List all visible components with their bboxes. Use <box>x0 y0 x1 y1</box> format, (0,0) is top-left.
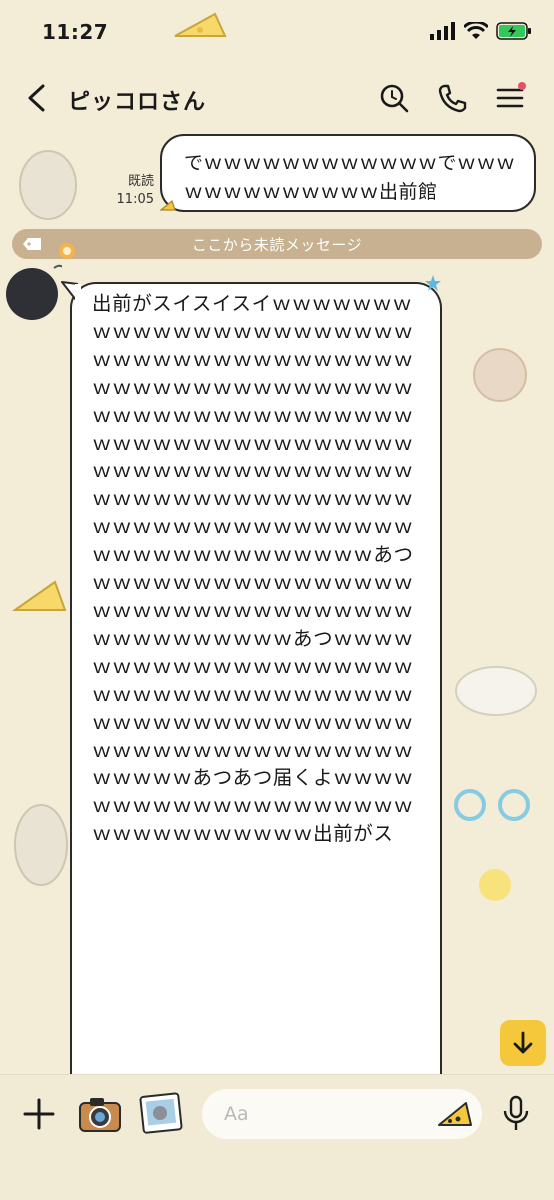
signal-icon <box>430 22 455 40</box>
chat-title: ピッコロさん <box>68 90 207 115</box>
mic-icon <box>503 1095 529 1130</box>
star-icon <box>425 275 441 291</box>
cheese-badge-icon <box>160 199 176 211</box>
message-input-bar <box>0 1074 554 1200</box>
add-button[interactable] <box>20 1095 58 1133</box>
chevron-left-icon <box>28 84 45 112</box>
glasses-decoration <box>454 789 530 821</box>
notification-dot <box>518 82 526 90</box>
tag-icon <box>23 238 41 250</box>
voice-button[interactable] <box>498 1093 534 1135</box>
mouse-decoration <box>473 348 527 402</box>
search-icon <box>380 84 409 113</box>
fuse-spark-icon <box>59 243 75 259</box>
cat-decoration <box>14 804 68 886</box>
photo-icon[interactable] <box>138 1089 186 1137</box>
call-button[interactable] <box>434 80 470 116</box>
message-meta: 既読 11:05 <box>117 173 154 209</box>
cat-decoration <box>19 150 77 220</box>
battery-icon <box>496 22 531 40</box>
back-button[interactable] <box>18 80 54 116</box>
read-receipt: 既読 <box>127 174 154 189</box>
search-button[interactable] <box>376 80 412 116</box>
scroll-to-bottom-button[interactable] <box>500 1020 546 1066</box>
chat-header: ピッコロさん <box>0 66 554 132</box>
chick-decoration <box>479 869 511 901</box>
status-icons <box>430 22 532 40</box>
bubble-tail <box>61 281 81 302</box>
avatar[interactable] <box>2 262 62 322</box>
sticker-icon[interactable] <box>436 1095 474 1133</box>
status-bar: 11:27 <box>0 0 554 66</box>
unread-divider: ここから未読メッセージ <box>12 229 542 259</box>
menu-button[interactable] <box>492 80 528 116</box>
arrow-down-icon <box>513 1031 533 1054</box>
dog-decoration <box>455 666 537 716</box>
sent-message-bubble[interactable]: でｗｗｗｗｗｗｗｗｗｗｗｗでｗｗｗｗｗｗｗｗｗｗｗｗｗ出前館 <box>160 134 536 212</box>
clock-time: 11:27 <box>42 20 109 44</box>
camera-icon[interactable] <box>78 1093 122 1135</box>
plus-icon <box>23 1098 55 1130</box>
phone-icon <box>438 84 467 113</box>
unread-divider-label: ここから未読メッセージ <box>191 235 363 254</box>
wifi-icon <box>464 22 488 39</box>
received-message-bubble[interactable]: 出前がスイスイスイｗｗｗｗｗｗｗｗｗｗｗｗｗｗｗｗｗｗｗｗｗｗｗｗｗｗｗｗｗｗｗ… <box>70 282 442 1082</box>
cheese-decoration <box>11 580 67 611</box>
message-time: 11:05 <box>116 192 154 207</box>
